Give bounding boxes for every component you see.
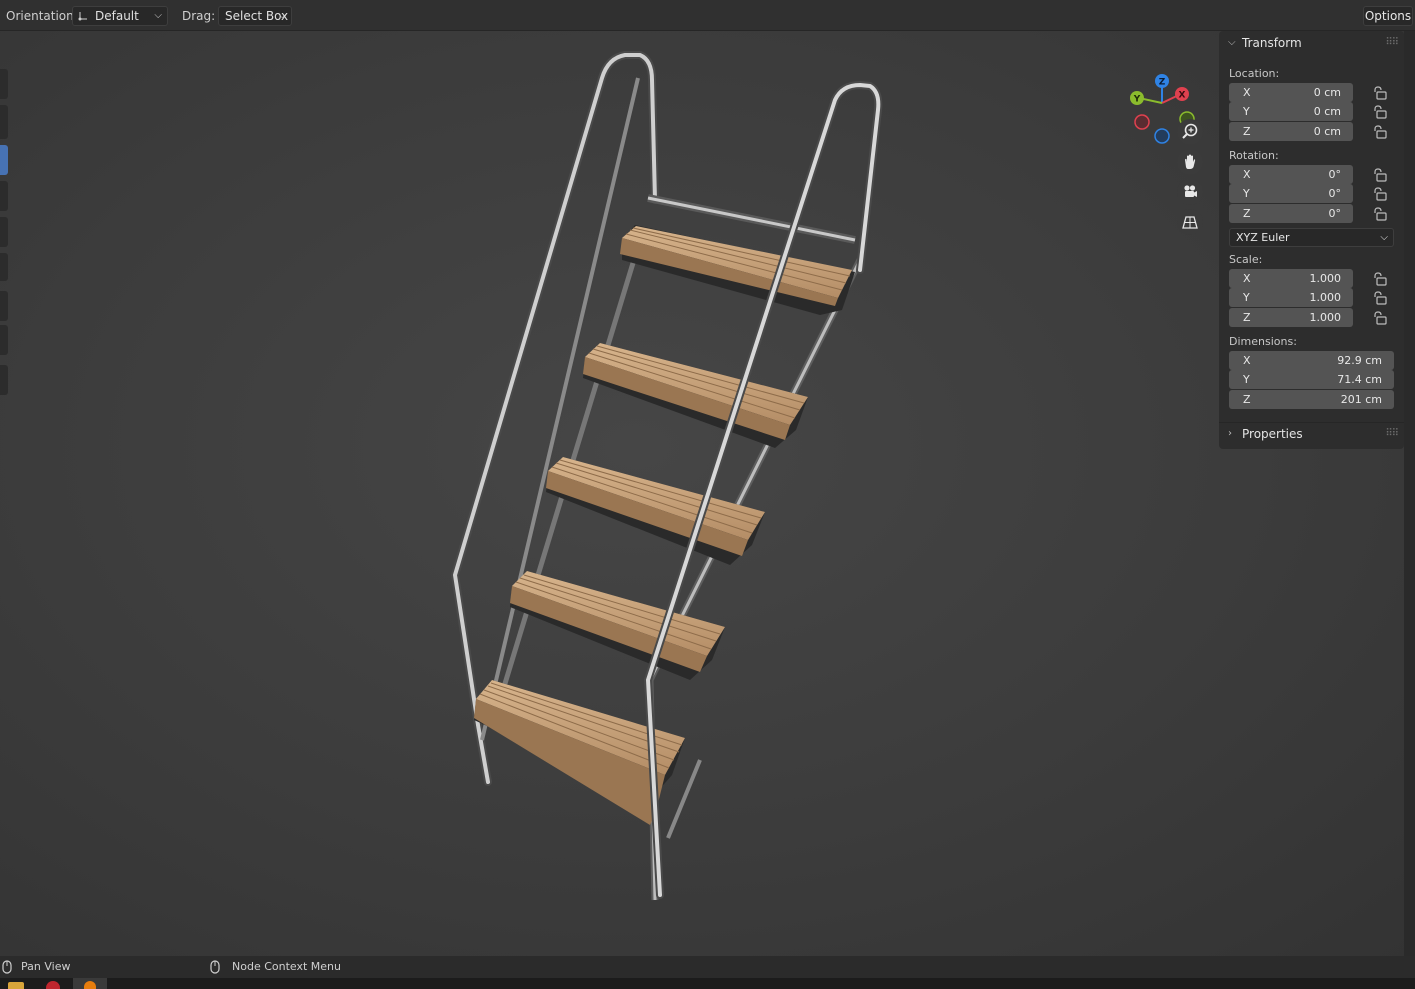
tool-shelf: [0, 69, 9, 399]
rotation-label: Rotation:: [1229, 149, 1279, 162]
scale-x-field[interactable]: X 1.000: [1229, 269, 1353, 288]
gizmo-z-label: Z: [1159, 78, 1166, 88]
gizmo-neg-x-axis[interactable]: [1134, 114, 1150, 130]
chevron-down-icon: ⌵: [278, 10, 286, 21]
step-2: [583, 343, 808, 448]
location-y-field[interactable]: Y0 cm: [1229, 102, 1353, 121]
scale-y-field[interactable]: Y 1.000: [1229, 288, 1353, 307]
dimensions-y-field[interactable]: Y 71.4 cm: [1229, 370, 1394, 389]
transform-panel-title: Transform: [1242, 36, 1302, 50]
lock-icon[interactable]: [1371, 105, 1387, 119]
lock-icon[interactable]: [1371, 207, 1387, 221]
gizmo-neg-z-axis[interactable]: [1154, 128, 1170, 144]
lock-icon[interactable]: [1371, 187, 1387, 201]
app-icon[interactable]: [46, 981, 60, 989]
3d-viewport[interactable]: Z X Y: [0, 31, 1415, 956]
lock-icon[interactable]: [1371, 311, 1387, 325]
tool-button[interactable]: [0, 325, 8, 355]
orientation-value: Default: [95, 9, 139, 23]
rotation-z-field[interactable]: Z 0°: [1229, 204, 1353, 223]
dimensions-label: Dimensions:: [1229, 335, 1297, 348]
rotation-mode-dropdown[interactable]: XYZ Euler ⌵: [1229, 228, 1394, 247]
rotation-mode-value: XYZ Euler: [1236, 231, 1290, 244]
properties-panel-title: Properties: [1242, 427, 1303, 441]
tool-button[interactable]: [0, 69, 8, 99]
drag-label: Drag:: [182, 9, 216, 23]
tool-button[interactable]: [0, 181, 8, 211]
properties-panel-header[interactable]: › Properties ⠿⠿: [1219, 422, 1404, 445]
folder-icon[interactable]: [8, 982, 24, 989]
pan-hand-icon[interactable]: [1177, 149, 1203, 175]
step-3: [546, 457, 765, 565]
blender-icon: [84, 981, 96, 989]
zoom-icon[interactable]: [1177, 119, 1203, 145]
location-x-field[interactable]: X0 cm: [1229, 83, 1353, 102]
chevron-down-icon: ⌵: [1380, 232, 1388, 243]
orientation-label: Orientation:: [6, 9, 78, 23]
lock-icon[interactable]: [1371, 272, 1387, 286]
rotation-x-field[interactable]: X 0°: [1229, 165, 1353, 184]
lock-icon[interactable]: [1371, 125, 1387, 139]
lock-icon[interactable]: [1371, 168, 1387, 182]
lock-icon[interactable]: [1371, 86, 1387, 100]
dimensions-x-field[interactable]: X 92.9 cm: [1229, 351, 1394, 370]
status-hint-context-menu: Node Context Menu: [232, 960, 341, 973]
tool-button[interactable]: [0, 217, 8, 247]
status-hint-pan: Pan View: [21, 960, 71, 973]
tool-button[interactable]: [0, 105, 8, 139]
options-button[interactable]: Options: [1363, 6, 1413, 26]
scale-label: Scale:: [1229, 253, 1263, 266]
dimensions-z-field[interactable]: Z 201 cm: [1229, 390, 1394, 409]
lock-icon[interactable]: [1371, 291, 1387, 305]
perspective-grid-icon[interactable]: [1177, 209, 1203, 235]
transform-axes-icon: [78, 12, 87, 21]
tool-button[interactable]: [0, 365, 8, 395]
location-z-field[interactable]: Z0 cm: [1229, 122, 1353, 141]
chevron-down-icon: ⌵: [154, 10, 162, 21]
tool-button[interactable]: [0, 253, 8, 281]
gizmo-y-label: Y: [1133, 95, 1141, 105]
drag-grip-icon[interactable]: ⠿⠿: [1385, 423, 1399, 445]
rotation-y-field[interactable]: Y 0°: [1229, 184, 1353, 203]
drag-grip-icon[interactable]: ⠿⠿: [1385, 32, 1399, 54]
scale-z-field[interactable]: Z 1.000: [1229, 308, 1353, 327]
tool-button-active[interactable]: [0, 145, 8, 175]
orientation-dropdown[interactable]: Default ⌵: [72, 6, 168, 26]
transform-panel-header[interactable]: ⌵ Transform ⠿⠿: [1219, 32, 1404, 54]
gizmo-x-label: X: [1179, 91, 1186, 101]
camera-icon[interactable]: [1177, 179, 1203, 205]
viewport-header: Orientation: Default ⌵ Drag: Select Box …: [0, 0, 1415, 31]
os-taskbar: [0, 978, 1415, 989]
chevron-down-icon: ⌵: [1228, 37, 1236, 48]
tool-button[interactable]: [0, 291, 8, 321]
status-bar: Pan View Node Context Menu: [0, 956, 1415, 978]
step-1: [620, 225, 855, 315]
sidebar-tab-strip[interactable]: [1404, 31, 1415, 956]
drag-dropdown[interactable]: Select Box ⌵: [218, 6, 292, 26]
location-label: Location:: [1229, 67, 1280, 80]
chevron-right-icon: ›: [1228, 428, 1232, 439]
